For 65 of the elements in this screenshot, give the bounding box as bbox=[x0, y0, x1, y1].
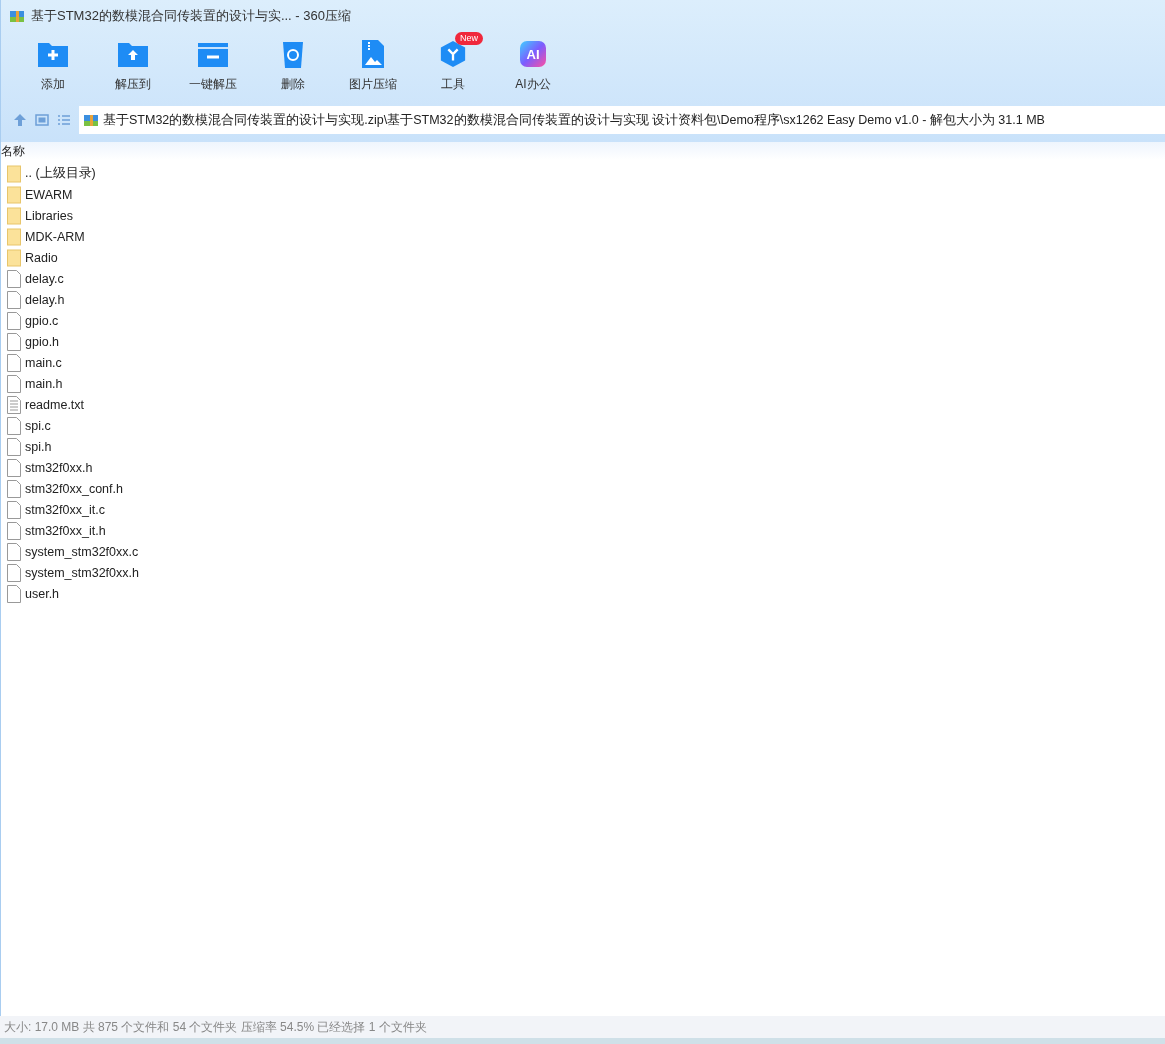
file-row[interactable]: gpio.c bbox=[1, 310, 1165, 331]
list-view-icon[interactable] bbox=[57, 113, 71, 127]
folder-upload-icon bbox=[117, 40, 149, 68]
file-row[interactable]: main.h bbox=[1, 373, 1165, 394]
file-row[interactable]: Libraries bbox=[1, 205, 1165, 226]
file-row[interactable]: gpio.h bbox=[1, 331, 1165, 352]
toolbar-button[interactable]: New 工具 bbox=[413, 32, 493, 100]
folder-icon bbox=[7, 164, 21, 183]
file-row[interactable]: Radio bbox=[1, 247, 1165, 268]
folder-icon bbox=[7, 206, 21, 225]
file-row[interactable]: delay.h bbox=[1, 289, 1165, 310]
folder-icon bbox=[7, 227, 21, 246]
address-bar[interactable]: 基于STM32的数模混合同传装置的设计与实现.zip\基于STM32的数模混合同传装置的设计与实现 设计资料包\Demo程序\sx1262 Easy Demo v1.0 - 解包大小为 31.1 MB bbox=[79, 106, 1165, 134]
file-icon bbox=[7, 584, 21, 603]
folder-icon bbox=[7, 248, 21, 267]
file-row[interactable]: readme.txt bbox=[1, 394, 1165, 415]
file-icon bbox=[7, 353, 21, 372]
file-icon bbox=[7, 332, 21, 351]
status-text: 大小: 17.0 MB 共 875 个文件和 54 个文件夹 压缩率 54.5% 已经选择 1 个文件夹 bbox=[4, 1018, 427, 1036]
file-icon bbox=[7, 563, 21, 582]
file-row[interactable]: stm32f0xx_it.h bbox=[1, 520, 1165, 541]
folder-plus-icon bbox=[37, 40, 69, 68]
file-row[interactable]: main.c bbox=[1, 352, 1165, 373]
new-badge: New bbox=[455, 32, 483, 45]
file-icon bbox=[7, 290, 21, 309]
file-row[interactable]: spi.h bbox=[1, 436, 1165, 457]
column-header[interactable]: 名称 bbox=[1, 142, 25, 160]
file-row[interactable]: MDK-ARM bbox=[1, 226, 1165, 247]
file-icon bbox=[7, 416, 21, 435]
file-row[interactable]: .. (上级目录) bbox=[1, 163, 1165, 184]
text-file-icon bbox=[7, 395, 21, 414]
toolbar-button[interactable]: AI AI办公 bbox=[493, 32, 573, 100]
file-row[interactable]: system_stm32f0xx.c bbox=[1, 541, 1165, 562]
archive-icon bbox=[83, 112, 99, 128]
window-title: 基于STM32的数模混合同传装置的设计与实... - 360压缩 bbox=[31, 7, 351, 25]
file-icon bbox=[7, 269, 21, 288]
file-icon bbox=[7, 374, 21, 393]
file-row[interactable]: stm32f0xx_it.c bbox=[1, 499, 1165, 520]
file-icon bbox=[7, 437, 21, 456]
file-row[interactable]: spi.c bbox=[1, 415, 1165, 436]
toolbar-button[interactable]: 删除 bbox=[253, 32, 333, 100]
file-icon bbox=[7, 479, 21, 498]
archive-icon bbox=[9, 8, 25, 24]
toolbar-button[interactable]: 添加 bbox=[13, 32, 93, 100]
recycle-bin-icon bbox=[280, 39, 306, 69]
folder-minus-icon bbox=[197, 40, 229, 68]
file-row[interactable]: user.h bbox=[1, 583, 1165, 604]
file-row[interactable]: stm32f0xx_conf.h bbox=[1, 478, 1165, 499]
file-row[interactable]: stm32f0xx.h bbox=[1, 457, 1165, 478]
toolbar-button[interactable]: 解压到 bbox=[93, 32, 173, 100]
image-file-icon bbox=[360, 39, 386, 69]
ai-icon: AI bbox=[520, 41, 546, 67]
file-icon bbox=[7, 542, 21, 561]
toolbar-button[interactable]: 一键解压 bbox=[173, 32, 253, 100]
thumbnail-view-icon[interactable] bbox=[35, 113, 49, 127]
up-arrow-icon[interactable] bbox=[13, 113, 27, 127]
file-icon bbox=[7, 521, 21, 540]
toolbar-button[interactable]: 图片压缩 bbox=[333, 32, 413, 100]
file-icon bbox=[7, 500, 21, 519]
file-icon bbox=[7, 458, 21, 477]
file-row[interactable]: delay.c bbox=[1, 268, 1165, 289]
folder-icon bbox=[7, 185, 21, 204]
file-row[interactable]: EWARM bbox=[1, 184, 1165, 205]
file-icon bbox=[7, 311, 21, 330]
file-row[interactable]: system_stm32f0xx.h bbox=[1, 562, 1165, 583]
